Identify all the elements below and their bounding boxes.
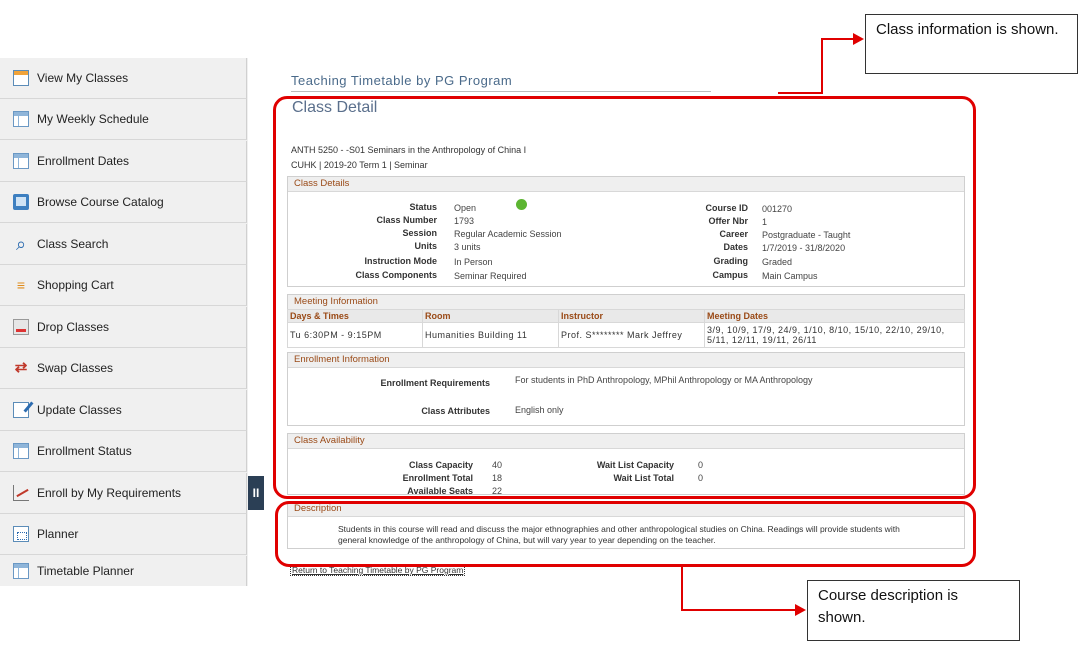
- search-icon: ⌕: [15, 234, 27, 254]
- sidebar-item-label: Drop Classes: [37, 320, 110, 334]
- sidebar-item-label: My Weekly Schedule: [37, 112, 149, 126]
- sidebar-nav: View My Classes My Weekly Schedule Enrol…: [0, 58, 248, 586]
- drop-icon: [13, 319, 29, 335]
- sidebar-item-drop-classes[interactable]: Drop Classes: [0, 307, 247, 348]
- chart-icon: [13, 485, 29, 501]
- sidebar-item-browse-course-catalog[interactable]: Browse Course Catalog: [0, 182, 247, 223]
- arrow-right-icon: [853, 33, 864, 45]
- sidebar-item-my-weekly-schedule[interactable]: My Weekly Schedule: [0, 99, 247, 140]
- sidebar-item-label: View My Classes: [37, 71, 129, 85]
- callout-connector: [821, 38, 855, 40]
- sidebar-item-label: Enrollment Status: [37, 444, 132, 458]
- window-icon: [13, 111, 29, 127]
- title-divider: [291, 91, 711, 92]
- sidebar-item-swap-classes[interactable]: ⇄ Swap Classes: [0, 348, 247, 389]
- window-icon: [13, 563, 29, 579]
- callout-connector: [681, 567, 683, 611]
- page-title: Teaching Timetable by PG Program: [291, 73, 513, 88]
- sidebar-item-label: Timetable Planner: [37, 564, 134, 578]
- sidebar-collapse-button[interactable]: II: [248, 476, 264, 510]
- sidebar-item-timetable-planner[interactable]: Timetable Planner: [0, 556, 247, 586]
- description-highlight: [275, 501, 976, 567]
- callout-connector: [821, 38, 823, 94]
- sidebar-item-label: Planner: [37, 527, 79, 541]
- cart-icon: ≡: [16, 277, 26, 293]
- sidebar-item-enrollment-status[interactable]: Enrollment Status: [0, 431, 247, 472]
- callout-connector: [778, 92, 822, 94]
- class-info-callout: Class information is shown.: [865, 14, 1078, 74]
- sidebar-item-label: Enrollment Dates: [37, 154, 130, 168]
- sidebar-item-label: Enroll by My Requirements: [37, 486, 182, 500]
- window-icon: [13, 443, 29, 459]
- sidebar-item-label: Update Classes: [37, 403, 122, 417]
- sidebar-item-enroll-by-my-requirements[interactable]: Enroll by My Requirements: [0, 473, 247, 514]
- planner-icon: [13, 526, 29, 542]
- swap-icon: ⇄: [14, 359, 28, 376]
- sidebar-item-shopping-cart[interactable]: ≡ Shopping Cart: [0, 265, 247, 306]
- sidebar-item-label: Class Search: [37, 237, 109, 251]
- sidebar-item-update-classes[interactable]: Update Classes: [0, 390, 247, 431]
- sidebar-item-class-search[interactable]: ⌕ Class Search: [0, 224, 247, 265]
- calendar-icon: [13, 70, 29, 86]
- arrow-right-icon: [795, 604, 806, 616]
- description-callout: Course description is shown.: [807, 580, 1020, 641]
- sidebar-item-enrollment-dates[interactable]: Enrollment Dates: [0, 141, 247, 182]
- sidebar-item-label: Shopping Cart: [37, 278, 114, 292]
- sidebar-item-label: Swap Classes: [37, 361, 114, 375]
- sidebar-item-view-my-classes[interactable]: View My Classes: [0, 58, 247, 99]
- sidebar-item-planner[interactable]: Planner: [0, 514, 247, 555]
- book-icon: [13, 194, 29, 210]
- callout-connector: [681, 609, 797, 611]
- sidebar-item-label: Browse Course Catalog: [37, 195, 164, 209]
- class-info-highlight: [273, 96, 976, 499]
- edit-icon: [13, 402, 29, 418]
- window-icon: [13, 153, 29, 169]
